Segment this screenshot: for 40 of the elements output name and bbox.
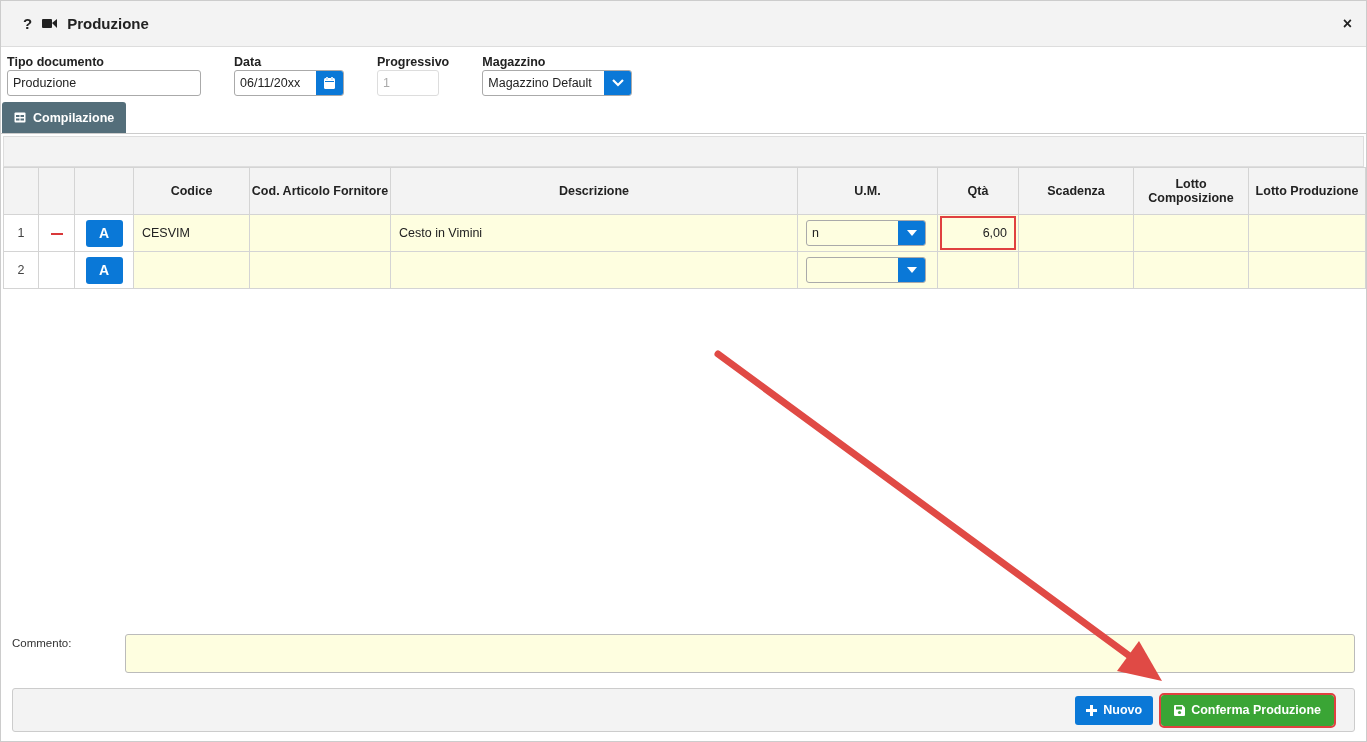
calendar-icon <box>324 77 335 89</box>
table-icon <box>14 112 26 123</box>
date-field[interactable]: 06/11/20xx <box>234 70 344 96</box>
column-header: Qtà <box>937 167 1019 215</box>
quantity-cell: 6,00 <box>940 216 1016 250</box>
comment-field[interactable] <box>125 634 1355 673</box>
field-label: Data <box>234 55 263 69</box>
remove-row-icon[interactable] <box>50 232 63 235</box>
field-label: Progressivo <box>377 55 450 69</box>
row-number: 2 <box>3 251 39 289</box>
article-button[interactable]: A <box>85 256 123 284</box>
article-button[interactable]: A <box>85 219 123 247</box>
chevron-down-icon <box>611 79 624 87</box>
caret-down-icon <box>906 230 917 236</box>
column-header: Lotto Composizione <box>1133 167 1249 215</box>
field-label: Magazzino <box>482 55 547 69</box>
column-header: U.M. <box>797 167 938 215</box>
new-button[interactable]: Nuovo <box>1075 695 1154 725</box>
video-camera-icon <box>42 18 58 29</box>
dropdown[interactable]: Magazzino Default <box>482 70 633 96</box>
table-cell: CESVIM <box>133 214 250 252</box>
column-header: Lotto Produzione <box>1248 167 1366 215</box>
row-number: 1 <box>3 214 39 252</box>
column-header: Scadenza <box>1018 167 1134 215</box>
input-field: 1 <box>377 70 439 96</box>
window-title: Produzione <box>67 15 150 32</box>
close-button[interactable]: × <box>1342 14 1352 33</box>
comment-label: Commento: <box>12 636 73 651</box>
unit-dropdown[interactable] <box>806 257 926 283</box>
column-header: Cod. Articolo Fornitore <box>249 167 391 215</box>
help-button[interactable]: ? <box>23 15 33 32</box>
unit-dropdown[interactable]: n <box>806 220 926 246</box>
column-header: Descrizione <box>390 167 798 215</box>
column-header: Codice <box>133 167 250 215</box>
tab[interactable]: Compilazione <box>2 102 127 133</box>
caret-down-icon <box>906 267 917 273</box>
input-field[interactable]: Produzione <box>7 70 201 96</box>
table-cell: Cesto in Vimini <box>390 214 798 252</box>
field-label: Tipo documento <box>7 55 105 69</box>
plus-icon <box>1086 704 1098 716</box>
